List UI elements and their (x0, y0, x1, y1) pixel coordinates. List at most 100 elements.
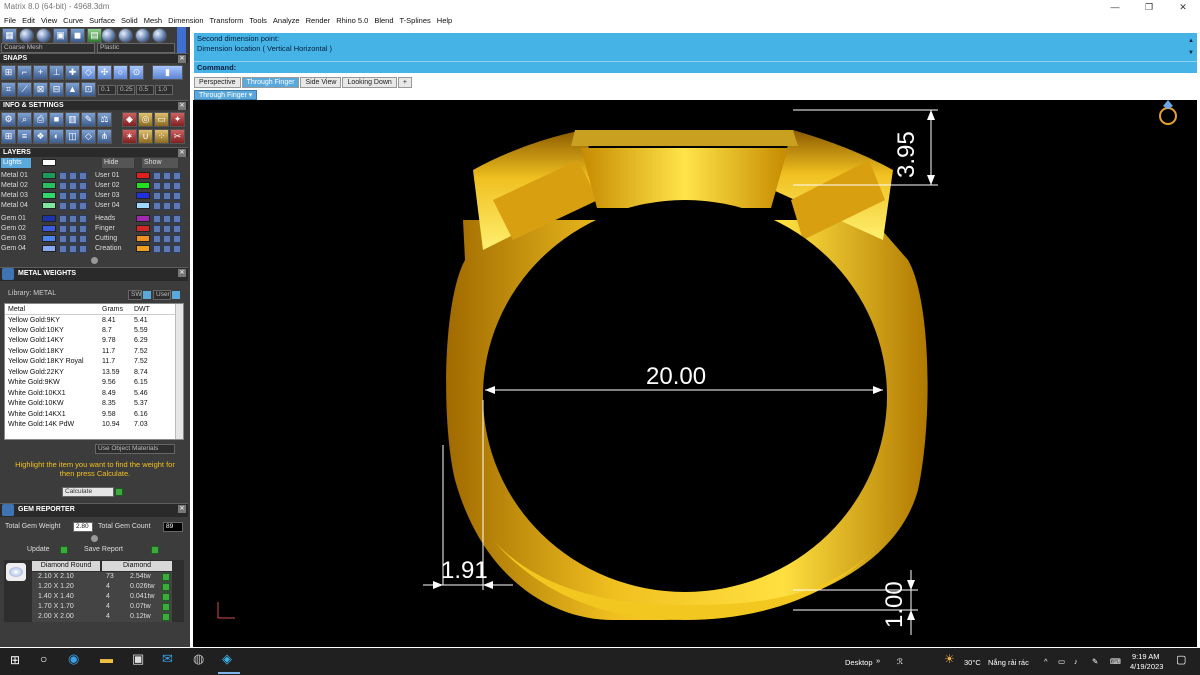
sphere-blue-icon[interactable] (19, 28, 34, 43)
sw-button[interactable]: SW (128, 290, 142, 300)
layer-toggle-icon[interactable] (79, 225, 87, 233)
close-icon[interactable]: ✕ (178, 269, 186, 277)
layer-toggle-icon[interactable] (153, 192, 161, 200)
collapse-handle-icon[interactable] (91, 535, 98, 542)
col-metal[interactable]: Metal (5, 304, 99, 315)
layer-row[interactable]: User 02 (95, 181, 185, 191)
hide-button[interactable]: Hide (102, 158, 134, 168)
calculate-go-icon[interactable] (115, 488, 123, 496)
clock-time[interactable]: 9:19 AM (1132, 652, 1160, 661)
use-object-materials[interactable]: Use Object Materials (95, 444, 175, 454)
restore-button[interactable]: ❐ (1132, 0, 1166, 14)
metal-weights-table[interactable]: Metal Grams DWT Yellow Gold:9KY 8.41 5.41 Y… (4, 303, 184, 440)
layers-header[interactable]: LAYERS ✕ (0, 147, 188, 157)
layer-toggle-icon[interactable] (163, 225, 171, 233)
layer-color-swatch[interactable] (42, 235, 56, 242)
close-button[interactable]: ✕ (1166, 0, 1200, 14)
grid-icon[interactable]: ⊞ (1, 129, 16, 144)
table-row[interactable]: White Gold:10KW 8.35 5.37 (5, 399, 177, 410)
close-icon[interactable]: ✕ (178, 102, 186, 110)
sphere-silver-icon[interactable] (118, 28, 133, 43)
layer-toggle-icon[interactable] (59, 202, 67, 210)
close-icon[interactable]: ✕ (178, 149, 186, 157)
search-icon[interactable]: ○ (40, 653, 47, 665)
ring-tool-icon[interactable]: ◎ (138, 112, 153, 127)
layer-toggle-icon[interactable] (79, 235, 87, 243)
layer-row[interactable]: User 01 (95, 171, 185, 181)
snap-grid-icon[interactable]: ⊞ (1, 65, 16, 80)
tab-looking-down[interactable]: Looking Down (342, 77, 397, 88)
layer-color-swatch[interactable] (136, 235, 150, 242)
layer-color-swatch[interactable] (42, 192, 56, 199)
printer-icon[interactable]: ⎙ (33, 112, 48, 127)
head-tool-icon[interactable]: ✦ (170, 112, 185, 127)
layer-toggle-icon[interactable] (59, 215, 67, 223)
layer-color-swatch[interactable] (42, 245, 56, 252)
layer-toggle-icon[interactable] (163, 182, 171, 190)
table-row[interactable]: White Gold:9KW 9.56 6.15 (5, 378, 177, 389)
gem-row[interactable]: 1.70 X 1.70 4 0.07tw (32, 602, 172, 612)
snap-tan-icon[interactable]: ⊙ (129, 65, 144, 80)
layer-toggle-icon[interactable] (163, 192, 171, 200)
snap-vertex-icon[interactable]: ⊠ (33, 82, 48, 97)
tray-chevron-icon[interactable]: ^ (1044, 657, 1048, 666)
notification-icon[interactable]: ▢ (1176, 655, 1186, 666)
layer-toggle-icon[interactable] (153, 172, 161, 180)
layer-toggle-icon[interactable] (69, 202, 77, 210)
close-icon[interactable]: ✕ (178, 55, 186, 63)
col-dwt[interactable]: DWT (131, 304, 177, 315)
snap-knot-icon[interactable]: ✣ (97, 65, 112, 80)
snap-osnap-icon[interactable]: ▲ (65, 82, 80, 97)
layer-color-swatch[interactable] (136, 172, 150, 179)
snap-int-icon[interactable]: ⟋ (17, 82, 32, 97)
menu-mesh[interactable]: Mesh (144, 14, 162, 27)
lights-swatch[interactable] (42, 159, 56, 166)
snap-point-icon[interactable]: + (33, 65, 48, 80)
menu-tsplines[interactable]: T-Splines (400, 14, 431, 27)
menu-curve[interactable]: Curve (63, 14, 83, 27)
table-row[interactable]: White Gold:14K PdW 10.94 7.03 (5, 420, 177, 431)
settings-icon[interactable]: ⚙ (1, 112, 16, 127)
layer-row[interactable]: User 03 (95, 191, 185, 201)
layer-toggle-icon[interactable] (59, 182, 67, 190)
shank-tool-icon[interactable]: ∪ (138, 129, 153, 144)
table-scrollbar[interactable] (175, 304, 183, 439)
layer-toggle-icon[interactable] (79, 215, 87, 223)
layer-toggle-icon[interactable] (69, 192, 77, 200)
col-grams[interactable]: Grams (99, 304, 131, 315)
layer-toggle-icon[interactable] (163, 245, 171, 253)
gem-select-icon[interactable] (162, 593, 170, 601)
gem-row[interactable]: 2.10 X 2.10 73 2.54tw (32, 572, 172, 582)
snap-mid-icon[interactable]: ⊥ (49, 65, 64, 80)
dimension-top[interactable]: 3.95 (893, 131, 921, 178)
menu-transform[interactable]: Transform (210, 14, 244, 27)
shade-icon[interactable]: ◐ (49, 129, 64, 144)
environment-icon[interactable]: ▤ (87, 28, 102, 43)
cube-icon[interactable]: ■ (49, 112, 64, 127)
layer-toggle-icon[interactable] (153, 245, 161, 253)
user-toggle[interactable] (172, 291, 180, 299)
viewport-through-finger[interactable]: 20.00 1.91 3.95 1.00 (193, 100, 1197, 647)
menu-rhino[interactable]: Rhino 5.0 (336, 14, 368, 27)
network-icon[interactable]: ▭ (1058, 657, 1065, 666)
command-prompt[interactable]: Command: (194, 61, 1197, 73)
clock-date[interactable]: 4/19/2023 (1130, 662, 1163, 671)
layer-toggle-icon[interactable] (79, 245, 87, 253)
keyboard-icon[interactable]: ⌨ (1110, 657, 1121, 666)
update-button[interactable]: Update (27, 545, 57, 555)
snap-quad-icon[interactable]: ◇ (81, 65, 96, 80)
snap-value-2[interactable]: 0.5 (136, 85, 154, 95)
layer-color-swatch[interactable] (136, 202, 150, 209)
table-row[interactable]: White Gold:14KX1 9.58 6.16 (5, 409, 177, 420)
table-row[interactable]: Yellow Gold:9KY 8.41 5.41 (5, 315, 177, 326)
layer-toggle-icon[interactable] (79, 172, 87, 180)
layer-toggle-icon[interactable] (163, 202, 171, 210)
gem-tool-icon[interactable]: ◆ (122, 112, 137, 127)
layer-row[interactable]: Gem 02 (1, 224, 91, 234)
layer-row[interactable]: Metal 04 (1, 201, 91, 211)
edge-icon[interactable]: ◉ (68, 652, 79, 665)
collapse-handle-icon[interactable] (91, 257, 98, 264)
layer-toggle-icon[interactable] (69, 235, 77, 243)
table-row[interactable]: Yellow Gold:18KY 11.7 7.52 (5, 346, 177, 357)
table-row[interactable]: Yellow Gold:18KY Royal 11.7 7.52 (5, 357, 177, 368)
